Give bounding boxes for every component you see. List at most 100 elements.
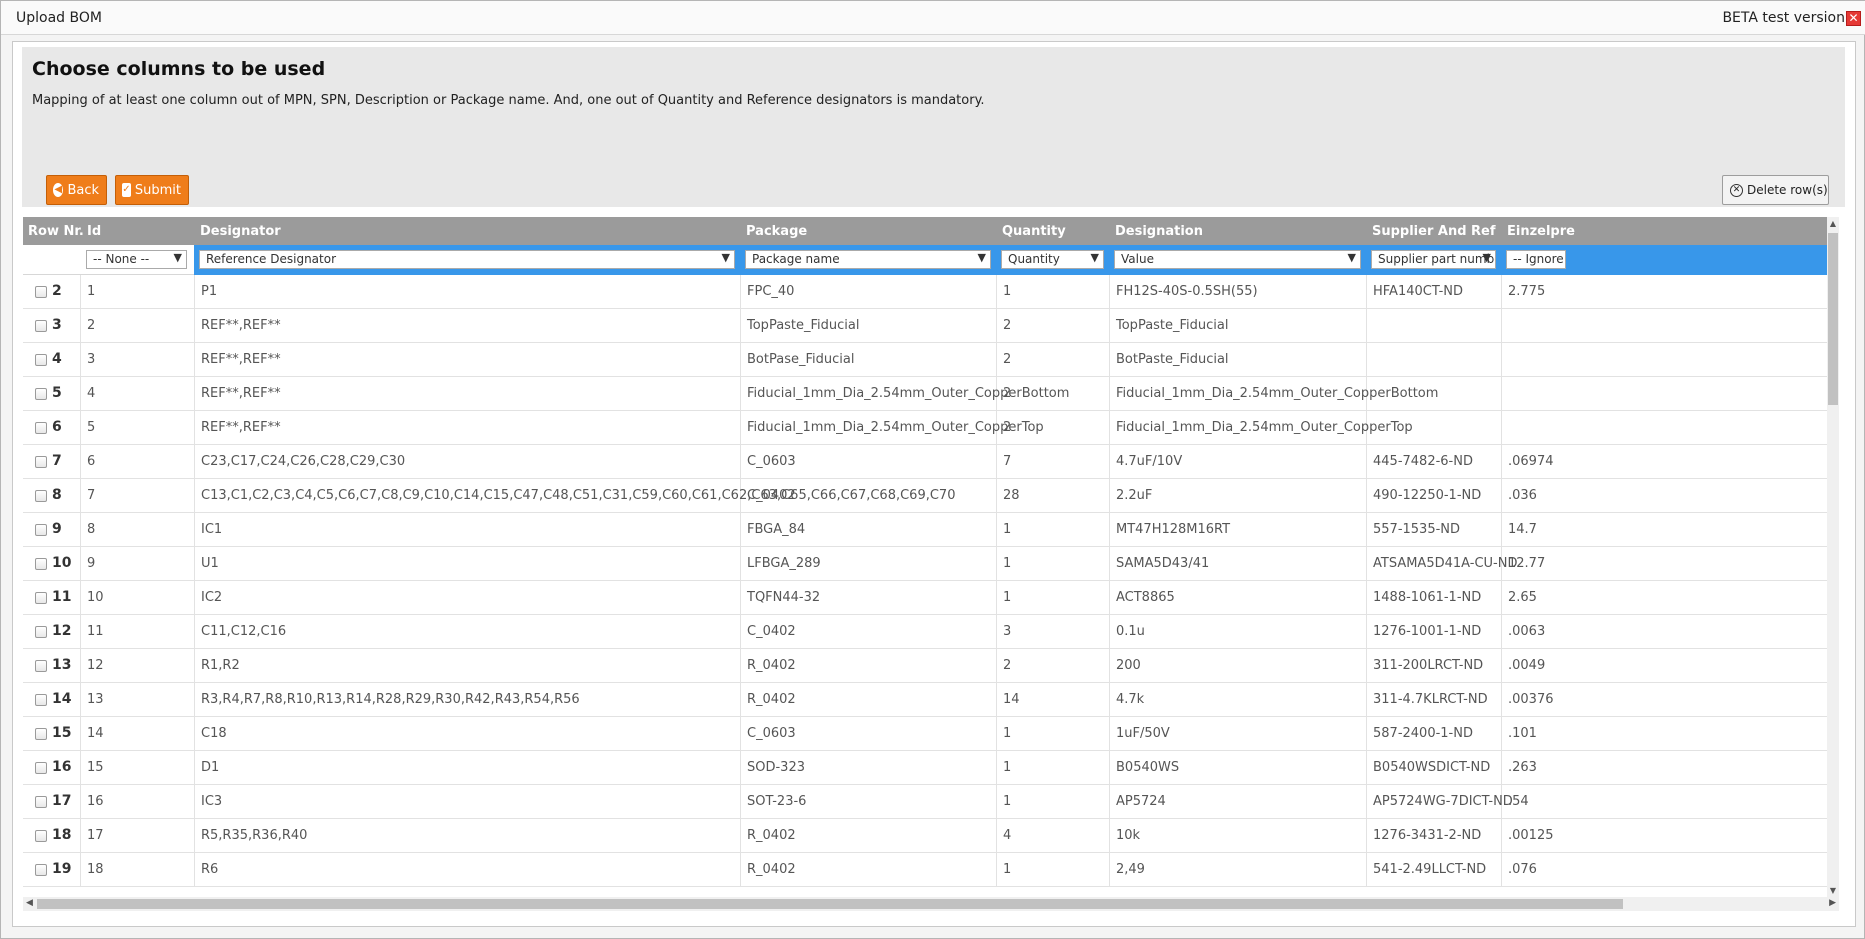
row-checkbox[interactable] bbox=[35, 626, 47, 638]
column-divider bbox=[740, 309, 741, 343]
vertical-scrollbar[interactable]: ▲ ▼ bbox=[1827, 217, 1839, 897]
column-divider bbox=[194, 785, 195, 819]
column-divider bbox=[194, 445, 195, 479]
cell-einzelpreis: 14.7 bbox=[1508, 522, 1537, 537]
horizontal-scroll-thumb[interactable] bbox=[37, 899, 1623, 909]
delete-rows-button[interactable]: ✕ Delete row(s) bbox=[1722, 175, 1829, 205]
cell-einzelpreis: .076 bbox=[1508, 862, 1537, 877]
cell-package: Fiducial_1mm_Dia_2.54mm_Outer_CopperTop bbox=[747, 420, 1044, 435]
row-checkbox[interactable] bbox=[35, 388, 47, 400]
column-divider bbox=[996, 275, 997, 309]
cell-designation: 10k bbox=[1116, 828, 1141, 843]
cell-designation: FH12S-40S-0.5SH(55) bbox=[1116, 284, 1258, 299]
cell-quantity: 3 bbox=[1003, 624, 1012, 639]
mapping-select-quantity[interactable]: Quantity ▼ bbox=[1001, 250, 1104, 269]
column-header-supplier[interactable]: Supplier And Ref bbox=[1372, 224, 1496, 239]
row-checkbox[interactable] bbox=[35, 660, 47, 672]
row-number-cell: 15 bbox=[23, 717, 81, 751]
cell-id: 8 bbox=[87, 522, 96, 537]
mapping-select-designator[interactable]: Reference Designator ▼ bbox=[199, 250, 735, 269]
back-button[interactable]: ◀ Back bbox=[46, 175, 107, 205]
cell-quantity: 2 bbox=[1003, 386, 1012, 401]
cell-quantity: 2 bbox=[1003, 658, 1012, 673]
mapping-cell-designator: Reference Designator ▼ bbox=[194, 245, 740, 275]
row-checkbox[interactable] bbox=[35, 728, 47, 740]
cell-supplier: 311-4.7KLRCT-ND bbox=[1373, 692, 1488, 707]
table-row: 11 10 IC2 TQFN44-32 1 ACT8865 1488-1061-… bbox=[23, 581, 1839, 615]
column-divider bbox=[740, 275, 741, 309]
column-divider bbox=[194, 819, 195, 853]
column-header-package[interactable]: Package bbox=[746, 224, 807, 239]
row-checkbox[interactable] bbox=[35, 864, 47, 876]
cell-einzelpreis: .101 bbox=[1508, 726, 1537, 741]
column-divider bbox=[1366, 513, 1367, 547]
mapping-select-supplier[interactable]: Supplier part number (▼ bbox=[1371, 250, 1496, 269]
cell-designator: C11,C12,C16 bbox=[201, 624, 287, 639]
column-divider bbox=[194, 751, 195, 785]
cell-quantity: 1 bbox=[1003, 284, 1012, 299]
column-divider bbox=[996, 309, 997, 343]
row-number-cell: 3 bbox=[23, 309, 81, 343]
column-divider bbox=[1366, 275, 1367, 309]
column-divider bbox=[1501, 309, 1502, 343]
row-checkbox[interactable] bbox=[35, 490, 47, 502]
column-header-quantity[interactable]: Quantity bbox=[1002, 224, 1066, 239]
row-checkbox[interactable] bbox=[35, 694, 47, 706]
cell-designator: P1 bbox=[201, 284, 218, 299]
row-checkbox[interactable] bbox=[35, 354, 47, 366]
cell-designator: U1 bbox=[201, 556, 219, 571]
table-row: 9 8 IC1 FBGA_84 1 MT47H128M16RT 557-1535… bbox=[23, 513, 1839, 547]
cell-quantity: 28 bbox=[1003, 488, 1020, 503]
column-header-id[interactable]: Id bbox=[87, 224, 101, 239]
row-checkbox[interactable] bbox=[35, 456, 47, 468]
scroll-down-icon[interactable]: ▼ bbox=[1829, 886, 1837, 895]
row-checkbox[interactable] bbox=[35, 762, 47, 774]
scroll-up-icon[interactable]: ▲ bbox=[1829, 219, 1837, 228]
row-checkbox[interactable] bbox=[35, 796, 47, 808]
scroll-left-icon[interactable]: ◀ bbox=[26, 898, 33, 908]
row-number: 2 bbox=[52, 283, 62, 299]
column-divider bbox=[740, 445, 741, 479]
column-divider bbox=[740, 581, 741, 615]
row-checkbox[interactable] bbox=[35, 592, 47, 604]
row-checkbox[interactable] bbox=[35, 422, 47, 434]
row-checkbox[interactable] bbox=[35, 320, 47, 332]
column-divider bbox=[1109, 785, 1110, 819]
content-panel: Choose columns to be used Mapping of at … bbox=[12, 41, 1856, 927]
instructions-area: Choose columns to be used Mapping of at … bbox=[22, 47, 1845, 207]
submit-button[interactable]: ✓ Submit bbox=[115, 175, 189, 205]
cell-id: 13 bbox=[87, 692, 104, 707]
mapping-cell-id: -- None -- ▼ bbox=[81, 245, 194, 275]
row-number-cell: 8 bbox=[23, 479, 81, 513]
row-checkbox[interactable] bbox=[35, 830, 47, 842]
table-row: 4 3 REF**,REF** BotPase_Fiducial 2 BotPa… bbox=[23, 343, 1839, 377]
table-row: 17 16 IC3 SOT-23-6 1 AP5724 AP5724WG-7DI… bbox=[23, 785, 1839, 819]
column-divider bbox=[740, 513, 741, 547]
mapping-select-einzelpreis[interactable]: -- Ignore bbox=[1506, 250, 1566, 269]
column-divider bbox=[740, 683, 741, 717]
column-divider bbox=[996, 751, 997, 785]
column-header-designator[interactable]: Designator bbox=[200, 224, 281, 239]
row-checkbox[interactable] bbox=[35, 286, 47, 298]
column-header-row-nr[interactable]: Row Nr. bbox=[28, 224, 84, 239]
row-number-cell: 16 bbox=[23, 751, 81, 785]
cell-id: 2 bbox=[87, 318, 96, 333]
column-header-designation[interactable]: Designation bbox=[1115, 224, 1203, 239]
column-divider bbox=[1109, 853, 1110, 887]
close-icon[interactable]: ✕ bbox=[1846, 11, 1861, 26]
cell-id: 10 bbox=[87, 590, 104, 605]
row-checkbox[interactable] bbox=[35, 558, 47, 570]
cell-designation: Fiducial_1mm_Dia_2.54mm_Outer_CopperBott… bbox=[1116, 386, 1439, 401]
mapping-select-package[interactable]: Package name ▼ bbox=[745, 250, 991, 269]
row-checkbox[interactable] bbox=[35, 524, 47, 536]
vertical-scroll-thumb[interactable] bbox=[1828, 233, 1838, 405]
mapping-select-designation[interactable]: Value ▼ bbox=[1114, 250, 1361, 269]
cell-quantity: 1 bbox=[1003, 760, 1012, 775]
mapping-select-id[interactable]: -- None -- ▼ bbox=[86, 250, 187, 269]
horizontal-scrollbar[interactable]: ◀ ▶ bbox=[23, 897, 1839, 911]
row-number-cell: 14 bbox=[23, 683, 81, 717]
scroll-right-icon[interactable]: ▶ bbox=[1829, 898, 1836, 908]
column-divider bbox=[740, 785, 741, 819]
column-divider bbox=[1501, 513, 1502, 547]
column-header-einzelpreis[interactable]: Einzelpre bbox=[1507, 224, 1575, 239]
